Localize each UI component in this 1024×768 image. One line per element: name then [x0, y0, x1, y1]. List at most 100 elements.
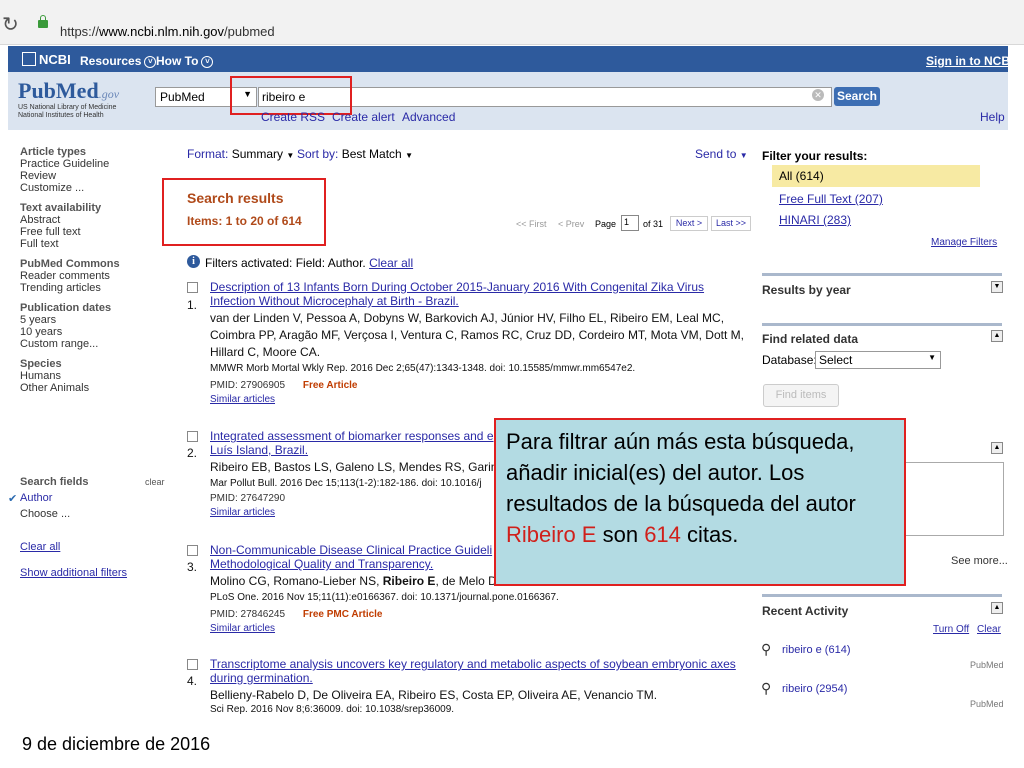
recent-query-link[interactable]: ribeiro (2954) [782, 683, 847, 695]
filter-item[interactable]: Customize ... [20, 182, 160, 194]
sort-value: Best Match [341, 147, 402, 161]
section-divider [762, 273, 1002, 276]
similar-articles-link[interactable]: Similar articles [210, 622, 750, 636]
collapse-icon[interactable]: ▲ [991, 602, 1003, 614]
logo-pub: Pub [18, 78, 56, 103]
first-page-link[interactable]: << First [516, 219, 547, 229]
related-database-select[interactable]: Select ▼ [815, 351, 941, 369]
filter-item[interactable]: Full text [20, 238, 160, 250]
filter-item[interactable]: Abstract [20, 214, 160, 226]
slide-date: 9 de diciembre de 2016 [22, 734, 211, 754]
howto-menu[interactable]: How To ˅ [156, 54, 214, 68]
result-number: 4. [187, 674, 198, 688]
filter-item[interactable]: Custom range... [20, 338, 160, 350]
result-checkbox[interactable] [187, 545, 198, 556]
result-checkbox[interactable] [187, 659, 198, 670]
filter-item[interactable]: Trending articles [20, 282, 160, 294]
choose-field[interactable]: Choose ... [20, 508, 70, 520]
filter-item[interactable]: Free full text [20, 226, 160, 238]
reload-icon[interactable]: ↻ [2, 12, 19, 37]
find-related-heading: Find related data [762, 332, 859, 346]
clear-history-link[interactable]: Clear [977, 624, 1001, 635]
section-divider [762, 594, 1002, 597]
pubmed-logo[interactable]: PubMed.gov [18, 78, 119, 104]
result-pmid: PMID: 27647290 [210, 493, 286, 504]
similar-articles-link[interactable]: Similar articles [210, 506, 500, 520]
filter-group: PubMed Commons Reader comments Trending … [20, 258, 160, 294]
result-checkbox[interactable] [187, 431, 198, 442]
filter-item[interactable]: Reader comments [20, 270, 160, 282]
filter-free-full-text[interactable]: Free Full Text (207) [779, 192, 883, 206]
dropdown-arrow-icon: ▼ [928, 353, 936, 362]
result-item: Description of 13 Infants Born During Oc… [210, 280, 750, 407]
commons-textarea[interactable] [902, 462, 1004, 536]
section-divider [762, 323, 1002, 326]
clear-all-filters-link[interactable]: Clear all [20, 541, 60, 553]
search-fields-clear[interactable]: clear [145, 477, 165, 487]
filter-item[interactable]: Other Animals [20, 382, 160, 394]
filter-group-heading: Article types [20, 146, 87, 158]
manage-filters-link[interactable]: Manage Filters [931, 237, 997, 248]
filter-all[interactable]: All (614) [779, 169, 824, 183]
format-menu[interactable]: Format: Summary ▼ [187, 147, 294, 161]
filter-item[interactable]: Humans [20, 370, 160, 382]
turn-off-link[interactable]: Turn Off [933, 624, 969, 635]
show-additional-filters-link[interactable]: Show additional filters [20, 567, 127, 579]
result-meta: PMID: 27906905 Free Article [210, 376, 750, 393]
result-title[interactable]: Description of 13 Infants Born During Oc… [210, 280, 750, 294]
collapse-icon[interactable]: ▲ [991, 330, 1003, 342]
advanced-link[interactable]: Advanced [402, 110, 455, 124]
page-input[interactable]: 1 [621, 215, 639, 231]
result-authors: Hillard C, Moore CA. [210, 345, 321, 359]
create-alert-link[interactable]: Create alert [332, 110, 395, 124]
ncbi-logo[interactable]: NCBI [22, 52, 71, 67]
sort-menu[interactable]: Sort by: Best Match ▼ [297, 147, 413, 161]
resources-menu[interactable]: Resources ˅ [80, 54, 157, 68]
filter-item[interactable]: Review [20, 170, 160, 182]
address-bar[interactable]: https://www.ncbi.nlm.nih.gov/pubmed [60, 24, 275, 39]
send-to-label: Send to [695, 147, 737, 161]
last-page-button[interactable]: Last >> [711, 216, 751, 231]
format-label: Format: [187, 147, 229, 161]
result-title[interactable]: Luís Island, Brazil. [210, 443, 500, 457]
prev-page-link[interactable]: < Prev [558, 219, 584, 229]
logo-gov: .gov [98, 87, 120, 101]
next-page-button[interactable]: Next > [670, 216, 708, 231]
result-authors: Coimbra PP, Aragão MF, Verçosa I, Ventur… [210, 328, 744, 342]
results-by-year-heading[interactable]: Results by year [762, 283, 851, 297]
help-link[interactable]: Help [980, 110, 1005, 124]
lock-icon [38, 15, 48, 28]
result-title[interactable]: during germination. [210, 671, 750, 685]
result-checkbox[interactable] [187, 282, 198, 293]
result-title[interactable]: Integrated assessment of biomarker respo… [210, 429, 500, 443]
find-items-button[interactable]: Find items [763, 384, 839, 407]
signin-link[interactable]: Sign in to NCBI [926, 54, 1013, 68]
filter-item[interactable]: 10 years [20, 326, 160, 338]
filter-group-heading: Text availability [20, 202, 102, 214]
result-journal: Mar Pollut Bull. 2016 Dec 15;113(1-2):18… [210, 478, 482, 489]
logo-med: Med [55, 78, 99, 103]
result-title[interactable]: Infection Without Microcephaly at Birth … [210, 294, 750, 308]
collapse-icon[interactable]: ▲ [991, 442, 1003, 454]
filter-hinari[interactable]: HINARI (283) [779, 213, 851, 227]
filter-item[interactable]: 5 years [20, 314, 160, 326]
filter-group-heading: PubMed Commons [20, 258, 120, 270]
info-icon: i [187, 255, 200, 268]
see-more-link[interactable]: See more... [951, 555, 1008, 567]
recent-query-db: PubMed [970, 660, 1004, 670]
highlight-box-results [162, 178, 326, 246]
create-rss-link[interactable]: Create RSS [261, 110, 325, 124]
search-button[interactable]: Search [834, 87, 880, 106]
expand-icon[interactable]: ▼ [991, 281, 1003, 293]
nlm-text: US National Library of Medicine National … [18, 104, 128, 120]
send-to-menu[interactable]: Send to ▼ [695, 147, 748, 161]
author-filter[interactable]: Author [20, 492, 52, 504]
result-pmid: PMID: 27846245 [210, 609, 286, 620]
result-title[interactable]: Transcriptome analysis uncovers key regu… [210, 657, 750, 671]
filter-item[interactable]: Practice Guideline [20, 158, 160, 170]
result-number: 3. [187, 560, 198, 574]
recent-query-link[interactable]: ribeiro e (614) [782, 644, 850, 656]
similar-articles-link[interactable]: Similar articles [210, 393, 750, 407]
clear-icon[interactable]: ✕ [812, 89, 824, 101]
clear-all-link[interactable]: Clear all [369, 256, 413, 270]
